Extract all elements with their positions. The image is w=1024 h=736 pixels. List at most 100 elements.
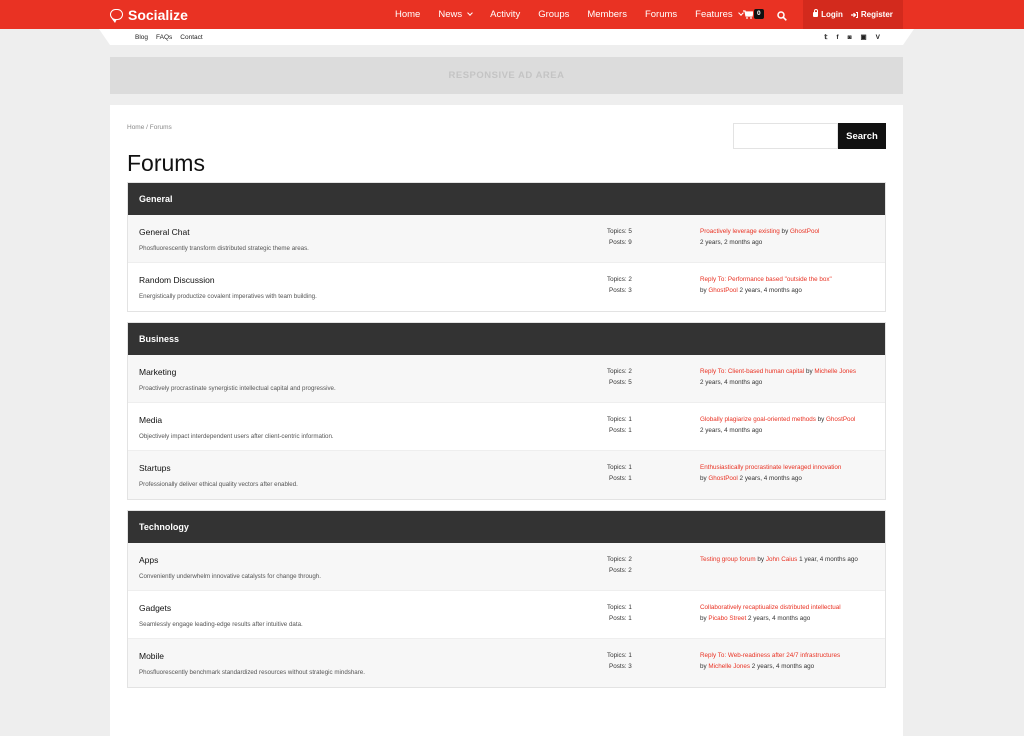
- forum-group-technology: Technology Apps Conveniently underwhelm …: [127, 510, 886, 688]
- auth-box: Login Register: [803, 0, 903, 29]
- subnav-item-blog[interactable]: Blog: [135, 34, 148, 41]
- group-header: General: [128, 183, 885, 215]
- last-post-link[interactable]: Reply To: Performance based "outside the…: [700, 276, 832, 283]
- forum-title[interactable]: General Chat: [139, 227, 190, 237]
- forum-title[interactable]: Marketing: [139, 367, 176, 377]
- forum-title[interactable]: Random Discussion: [139, 275, 215, 285]
- group-header: Business: [128, 323, 885, 355]
- top-navigation-inner: Socialize Home News Activity Groups Memb…: [110, 0, 903, 29]
- last-post-line: Globally plagiarize goal-oriented method…: [700, 416, 855, 423]
- last-post-time: 2 years, 2 months ago: [700, 239, 763, 246]
- twitter-icon[interactable]: 𝕥: [824, 33, 827, 41]
- forum-title[interactable]: Gadgets: [139, 603, 171, 613]
- nav-item-home[interactable]: Home: [395, 9, 420, 20]
- last-post-line: Proactively leverage existing by GhostPo…: [700, 228, 819, 235]
- last-post-user[interactable]: Michelle Jones: [708, 663, 750, 670]
- last-post-time: 1 year, 4 months ago: [797, 556, 858, 563]
- last-post-link[interactable]: Globally plagiarize goal-oriented method…: [700, 416, 816, 423]
- forum-posts: Posts: 1: [609, 615, 632, 622]
- page-title: Forums: [127, 150, 205, 176]
- ad-area: RESPONSIVE AD AREA: [110, 57, 903, 94]
- site-name: Socialize: [128, 6, 188, 23]
- breadcrumb[interactable]: Home / Forums: [127, 124, 172, 131]
- cart-button[interactable]: 0: [743, 9, 764, 19]
- forum-row: Marketing Proactively procrastinate syne…: [128, 355, 885, 403]
- nav-item-forums[interactable]: Forums: [645, 9, 677, 20]
- forum-description: Energistically productize covalent imper…: [139, 293, 317, 300]
- main-nav: Home News Activity Groups Members Forums…: [395, 0, 761, 29]
- forum-title[interactable]: Startups: [139, 463, 171, 473]
- cart-count-badge: 0: [754, 9, 764, 19]
- instagram-icon[interactable]: ◙: [848, 34, 852, 41]
- last-post-by: by: [804, 368, 815, 375]
- search-button[interactable]: Search: [838, 123, 886, 149]
- vine-icon[interactable]: V: [876, 34, 880, 41]
- header-search-button[interactable]: [777, 8, 787, 26]
- forum-description: Conveniently underwhelm innovative catal…: [139, 573, 321, 580]
- forum-row: Mobile Phosfluorescently benchmark stand…: [128, 639, 885, 687]
- forum-group-business: Business Marketing Proactively procrasti…: [127, 322, 886, 500]
- subnav-item-contact[interactable]: Contact: [180, 34, 202, 41]
- forum-topics: Topics: 1: [607, 652, 632, 659]
- forum-title[interactable]: Mobile: [139, 651, 164, 661]
- chevron-down-icon: [467, 10, 473, 16]
- forum-row: Media Objectively impact interdependent …: [128, 403, 885, 451]
- site-logo[interactable]: Socialize: [110, 0, 188, 29]
- register-link[interactable]: Register: [850, 10, 893, 19]
- last-post-line: Testing group forum by John Caius 1 year…: [700, 556, 858, 563]
- last-post-user[interactable]: Michelle Jones: [814, 368, 856, 375]
- youtube-icon[interactable]: ▣: [861, 33, 867, 41]
- facebook-icon[interactable]: f: [836, 34, 838, 41]
- forum-posts: Posts: 1: [609, 427, 632, 434]
- forum-description: Professionally deliver ethical quality v…: [139, 481, 298, 488]
- top-navigation-bar: Socialize Home News Activity Groups Memb…: [0, 0, 1024, 29]
- last-post-by: by: [779, 228, 790, 235]
- main-content: Home / Forums Search Forums General Gene…: [110, 105, 903, 736]
- last-post-link[interactable]: Enthusiastically procrastinate leveraged…: [700, 464, 841, 471]
- forum-row: Random Discussion Energistically product…: [128, 263, 885, 311]
- last-post-link[interactable]: Reply To: Web-readiness after 24/7 infra…: [700, 652, 840, 659]
- nav-item-news[interactable]: News: [438, 9, 473, 20]
- subnav-item-faqs[interactable]: FAQs: [156, 34, 172, 41]
- register-label: Register: [860, 10, 893, 19]
- nav-item-members[interactable]: Members: [587, 9, 627, 20]
- forum-topics: Topics: 2: [607, 556, 632, 563]
- last-post-line: Reply To: Client-based human capital by …: [700, 368, 856, 375]
- forum-search: Search: [733, 123, 886, 149]
- last-post-user[interactable]: GhostPool: [826, 416, 855, 423]
- forum-group-general: General General Chat Phosfluorescently t…: [127, 182, 886, 312]
- last-post-user[interactable]: GhostPool: [708, 475, 737, 482]
- forum-topics: Topics: 2: [607, 276, 632, 283]
- nav-item-groups[interactable]: Groups: [538, 9, 569, 20]
- last-post-time: 2 years, 4 months ago: [700, 379, 763, 386]
- search-input[interactable]: [733, 123, 838, 149]
- last-post-link[interactable]: Collaboratively recaptiualize distribute…: [700, 604, 841, 611]
- forum-posts: Posts: 9: [609, 239, 632, 246]
- forum-posts: Posts: 3: [609, 663, 632, 670]
- nav-item-features[interactable]: Features: [695, 9, 744, 20]
- nav-item-activity[interactable]: Activity: [490, 9, 520, 20]
- last-post-by: by: [755, 556, 766, 563]
- forum-row: Startups Professionally deliver ethical …: [128, 451, 885, 499]
- last-post-time: 2 years, 4 months ago: [700, 427, 763, 434]
- forum-topics: Topics: 1: [607, 604, 632, 611]
- forum-description: Phosfluorescently transform distributed …: [139, 245, 309, 252]
- login-link[interactable]: Login: [813, 9, 843, 19]
- last-post-user[interactable]: Picabo Street: [708, 615, 746, 622]
- sign-in-icon: [850, 11, 858, 18]
- forum-row: Gadgets Seamlessly engage leading-edge r…: [128, 591, 885, 639]
- last-post-user[interactable]: John Caius: [766, 556, 798, 563]
- forum-topics: Topics: 1: [607, 416, 632, 423]
- last-post-user[interactable]: GhostPool: [790, 228, 819, 235]
- cart-icon: [743, 10, 753, 19]
- last-post-meta: by GhostPool 2 years, 4 months ago: [700, 475, 802, 482]
- forum-title[interactable]: Media: [139, 415, 162, 425]
- secondary-nav: Blog FAQs Contact: [135, 29, 211, 45]
- forum-title[interactable]: Apps: [139, 555, 158, 565]
- last-post-link[interactable]: Testing group forum: [700, 556, 756, 563]
- forum-posts: Posts: 1: [609, 475, 632, 482]
- last-post-link[interactable]: Reply To: Client-based human capital: [700, 368, 804, 375]
- last-post-link[interactable]: Proactively leverage existing: [700, 228, 780, 235]
- last-post-user[interactable]: GhostPool: [708, 287, 737, 294]
- ad-label: RESPONSIVE AD AREA: [448, 70, 565, 81]
